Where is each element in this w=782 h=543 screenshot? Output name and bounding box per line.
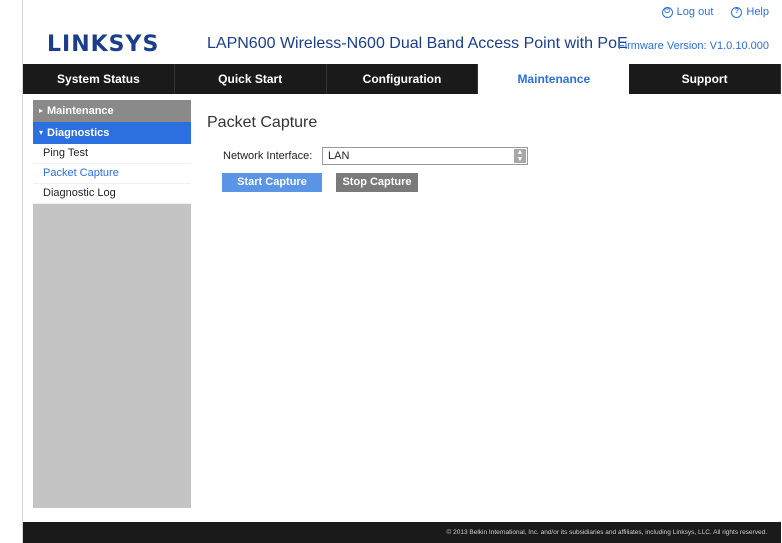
tab-support[interactable]: Support	[629, 64, 781, 94]
logout-link[interactable]: ⏻ Log out	[661, 6, 714, 18]
tab-quick-start[interactable]: Quick Start	[175, 64, 327, 94]
power-icon: ⏻	[661, 6, 673, 18]
sidebar-item-packet-capture[interactable]: Packet Capture	[33, 164, 191, 184]
main-nav: System Status Quick Start Configuration …	[23, 64, 781, 94]
help-label: Help	[746, 6, 769, 18]
logout-label: Log out	[676, 6, 714, 18]
sidebar: ▸ Maintenance ▾ Diagnostics Ping Test Pa…	[33, 100, 191, 508]
help-link[interactable]: ? Help	[731, 6, 769, 18]
top-header: LINKSYS LAPN600 Wireless-N600 Dual Band …	[23, 0, 781, 64]
linksys-logo: LINKSYS	[47, 32, 160, 57]
sidebar-item-diagnostic-log[interactable]: Diagnostic Log	[33, 184, 191, 204]
stop-capture-button[interactable]: Stop Capture	[336, 173, 418, 192]
page-title: Packet Capture	[207, 114, 318, 131]
sidebar-section-maintenance[interactable]: ▸ Maintenance	[33, 100, 191, 122]
top-links: ⏻ Log out ? Help	[661, 6, 769, 18]
network-interface-label: Network Interface:	[223, 150, 313, 162]
sidebar-section-label: Diagnostics	[47, 127, 110, 139]
start-capture-button[interactable]: Start Capture	[222, 173, 322, 192]
footer-copyright: © 2013 Belkin International, Inc. and/or…	[23, 522, 781, 543]
firmware-version: Firmware Version: V1.0.10.000	[617, 40, 769, 52]
network-interface-value: LAN	[328, 150, 350, 162]
caret-down-icon: ▾	[39, 128, 44, 137]
sidebar-section-label: Maintenance	[47, 105, 114, 117]
app-frame: LINKSYS LAPN600 Wireless-N600 Dual Band …	[22, 0, 781, 543]
caret-right-icon: ▸	[39, 106, 44, 115]
tab-configuration[interactable]: Configuration	[327, 64, 479, 94]
help-icon: ?	[731, 6, 743, 18]
product-title: LAPN600 Wireless-N600 Dual Band Access P…	[207, 35, 628, 52]
network-interface-select[interactable]: LAN ▲ ▼	[322, 147, 528, 165]
select-arrows-icon: ▲ ▼	[514, 149, 526, 163]
tab-system-status[interactable]: System Status	[23, 64, 175, 94]
sidebar-items: Ping Test Packet Capture Diagnostic Log	[33, 144, 191, 204]
tab-maintenance[interactable]: Maintenance	[478, 64, 630, 94]
sidebar-section-diagnostics[interactable]: ▾ Diagnostics	[33, 122, 191, 144]
sidebar-item-ping-test[interactable]: Ping Test	[33, 144, 191, 164]
main-content: Packet Capture Network Interface: LAN ▲ ▼…	[203, 100, 763, 500]
